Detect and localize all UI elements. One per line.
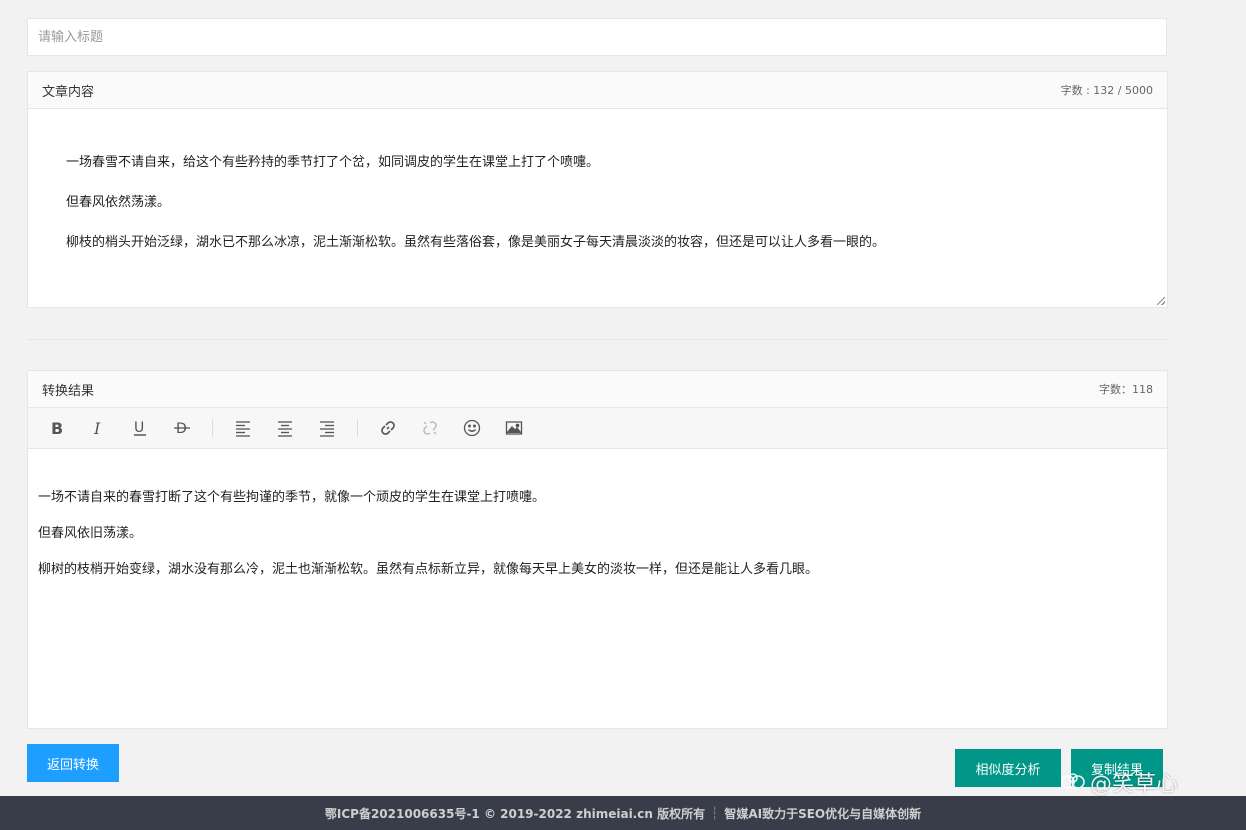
source-paragraph: 但春风依然荡漾。 xyxy=(66,195,171,210)
align-left-icon[interactable] xyxy=(231,416,255,440)
source-textarea[interactable]: 一场春雪不请自来，给这个有些矜持的季节打了个岔，如同调皮的学生在课堂上打了个喷嚏… xyxy=(28,109,1167,307)
link-icon[interactable] xyxy=(376,416,400,440)
source-panel-title: 文章内容 xyxy=(42,84,95,100)
source-panel: 文章内容 字数 : 132 / 5000 一场春雪不请自来，给这个有些矜持的季节… xyxy=(27,71,1168,308)
svg-text:I: I xyxy=(93,419,101,437)
result-paragraph: 但春风依旧荡漾。 xyxy=(38,526,143,541)
align-right-icon[interactable] xyxy=(315,416,339,440)
toolbar-separator xyxy=(212,419,213,437)
footer: 鄂ICP备2021006635号-1 © 2019-2022 zhimeiai.… xyxy=(0,796,1246,830)
underline-icon[interactable]: U xyxy=(128,416,152,440)
result-panel-title: 转换结果 xyxy=(42,383,95,399)
toolbar-separator xyxy=(357,419,358,437)
svg-text:D: D xyxy=(176,421,187,437)
emoji-icon[interactable] xyxy=(460,416,484,440)
unlink-icon[interactable] xyxy=(418,416,442,440)
svg-text:U: U xyxy=(134,420,144,436)
align-center-icon[interactable] xyxy=(273,416,297,440)
svg-text:B: B xyxy=(51,419,63,437)
watermark-logo-icon xyxy=(1061,773,1085,789)
footer-slogan: 智媒AI致力于SEO优化与自媒体创新 xyxy=(724,806,922,821)
back-to-convert-button[interactable]: 返回转换 xyxy=(27,744,119,782)
result-paragraph: 一场不请自来的春雪打断了这个有些拘谨的季节，就像一个顽皮的学生在课堂上打喷嚏。 xyxy=(38,490,546,505)
strikethrough-icon[interactable]: D xyxy=(170,416,194,440)
similarity-analysis-button[interactable]: 相似度分析 xyxy=(955,749,1061,787)
watermark-text: @笑草心 xyxy=(1090,772,1179,797)
bold-icon[interactable]: B xyxy=(44,416,68,440)
result-editor[interactable]: 一场不请自来的春雪打断了这个有些拘谨的季节，就像一个顽皮的学生在课堂上打喷嚏。 … xyxy=(28,449,1167,579)
source-word-count: 字数 : 132 / 5000 xyxy=(1060,84,1153,97)
resize-handle-icon[interactable] xyxy=(1157,297,1165,305)
footer-icp: 鄂ICP备2021006635号-1 © 2019-2022 zhimeiai.… xyxy=(324,806,706,821)
italic-icon[interactable]: I xyxy=(86,416,110,440)
source-paragraph: 一场春雪不请自来，给这个有些矜持的季节打了个岔，如同调皮的学生在课堂上打了个喷嚏… xyxy=(66,155,600,170)
footer-separator: ┆ xyxy=(711,806,719,820)
watermark: @笑草心 xyxy=(1060,766,1178,798)
image-icon[interactable] xyxy=(502,416,526,440)
result-panel-header: 转换结果 字数：118 xyxy=(28,371,1167,408)
source-paragraph: 柳枝的梢头开始泛绿，湖水已不那么冰凉，泥土渐渐松软。虽然有些落俗套，像是美丽女子… xyxy=(66,235,886,250)
result-paragraph: 柳树的枝梢开始变绿，湖水没有那么冷，泥土也渐渐松软。虽然有点标新立异，就像每天早… xyxy=(38,562,819,577)
editor-toolbar: B I U D xyxy=(28,408,1167,449)
result-word-count: 字数：118 xyxy=(1099,383,1153,396)
title-input[interactable] xyxy=(27,18,1167,56)
section-divider xyxy=(27,339,1168,340)
result-panel: 转换结果 字数：118 B I U D 一场不请自来的春雪打断了这个有些拘谨的季… xyxy=(27,370,1168,729)
source-panel-header: 文章内容 字数 : 132 / 5000 xyxy=(28,72,1167,109)
